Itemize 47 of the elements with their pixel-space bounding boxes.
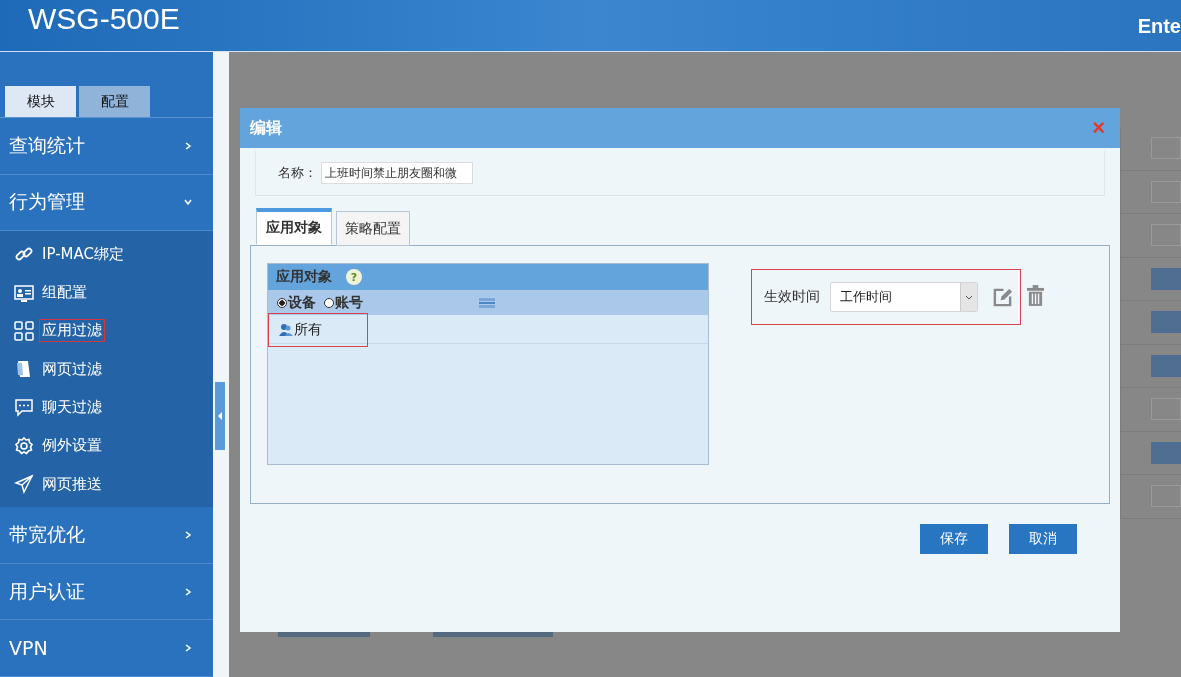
menu-item[interactable]: 组配置 <box>0 273 213 312</box>
name-label: 名称： <box>278 164 317 182</box>
logo-text: WSG-500E <box>28 1 180 36</box>
time-label: 生效时间 <box>764 288 820 306</box>
collapse-handle[interactable] <box>215 382 225 450</box>
caret-icon <box>217 411 223 421</box>
toggle-button[interactable] <box>1151 354 1181 377</box>
save-button[interactable]: 保存 <box>920 524 988 554</box>
tab[interactable]: 应用对象 <box>256 208 332 245</box>
chevron-icon <box>183 530 193 540</box>
chevron-icon <box>183 140 193 151</box>
id-card-icon <box>14 282 34 303</box>
trash-icon[interactable] <box>1027 285 1044 306</box>
menu-item[interactable]: 网页推送 <box>0 464 213 504</box>
toggle-button[interactable] <box>1151 311 1181 334</box>
cancel-button[interactable]: 取消 <box>1009 524 1077 554</box>
list-item[interactable]: 所有 <box>268 313 368 347</box>
list-icon[interactable] <box>479 296 495 309</box>
menu-item[interactable]: 例外设置 <box>0 426 213 465</box>
sidebar-tab[interactable]: 模块 <box>5 86 76 117</box>
dialog-title: 编辑 <box>250 117 282 139</box>
gear-icon <box>14 435 34 456</box>
time-select[interactable]: 工作时间 <box>830 282 978 312</box>
background-button[interactable] <box>278 632 370 637</box>
toggle-button[interactable] <box>1151 267 1181 290</box>
grid-icon <box>14 320 34 341</box>
menu-item[interactable]: 应用过滤 <box>0 311 213 351</box>
toggle-button[interactable] <box>1151 441 1181 464</box>
name-field[interactable]: 上班时间禁止朋友圈和微 <box>321 162 473 184</box>
menu-item[interactable]: 聊天过滤 <box>0 388 213 427</box>
chat-icon <box>14 397 34 418</box>
list-title: 应用对象 <box>276 268 332 286</box>
users-icon <box>279 323 293 337</box>
help-icon[interactable]: ? <box>346 269 362 285</box>
header-text: Ente <box>1137 15 1181 38</box>
sidebar-tab[interactable]: 配置 <box>79 86 150 117</box>
chevron-icon <box>183 197 193 208</box>
radio-option[interactable]: 设备 <box>277 293 316 312</box>
menu-item[interactable]: 网页过滤 <box>0 350 213 389</box>
chevron-icon <box>183 586 193 597</box>
tab[interactable]: 策略配置 <box>336 211 410 246</box>
edit-icon[interactable] <box>992 286 1013 308</box>
paper-plane-icon <box>14 474 34 495</box>
chevron-icon <box>183 643 193 654</box>
background-button[interactable] <box>433 632 553 637</box>
radio-option[interactable]: 账号 <box>324 293 363 312</box>
menu-item[interactable]: IP-MAC绑定 <box>0 235 213 274</box>
